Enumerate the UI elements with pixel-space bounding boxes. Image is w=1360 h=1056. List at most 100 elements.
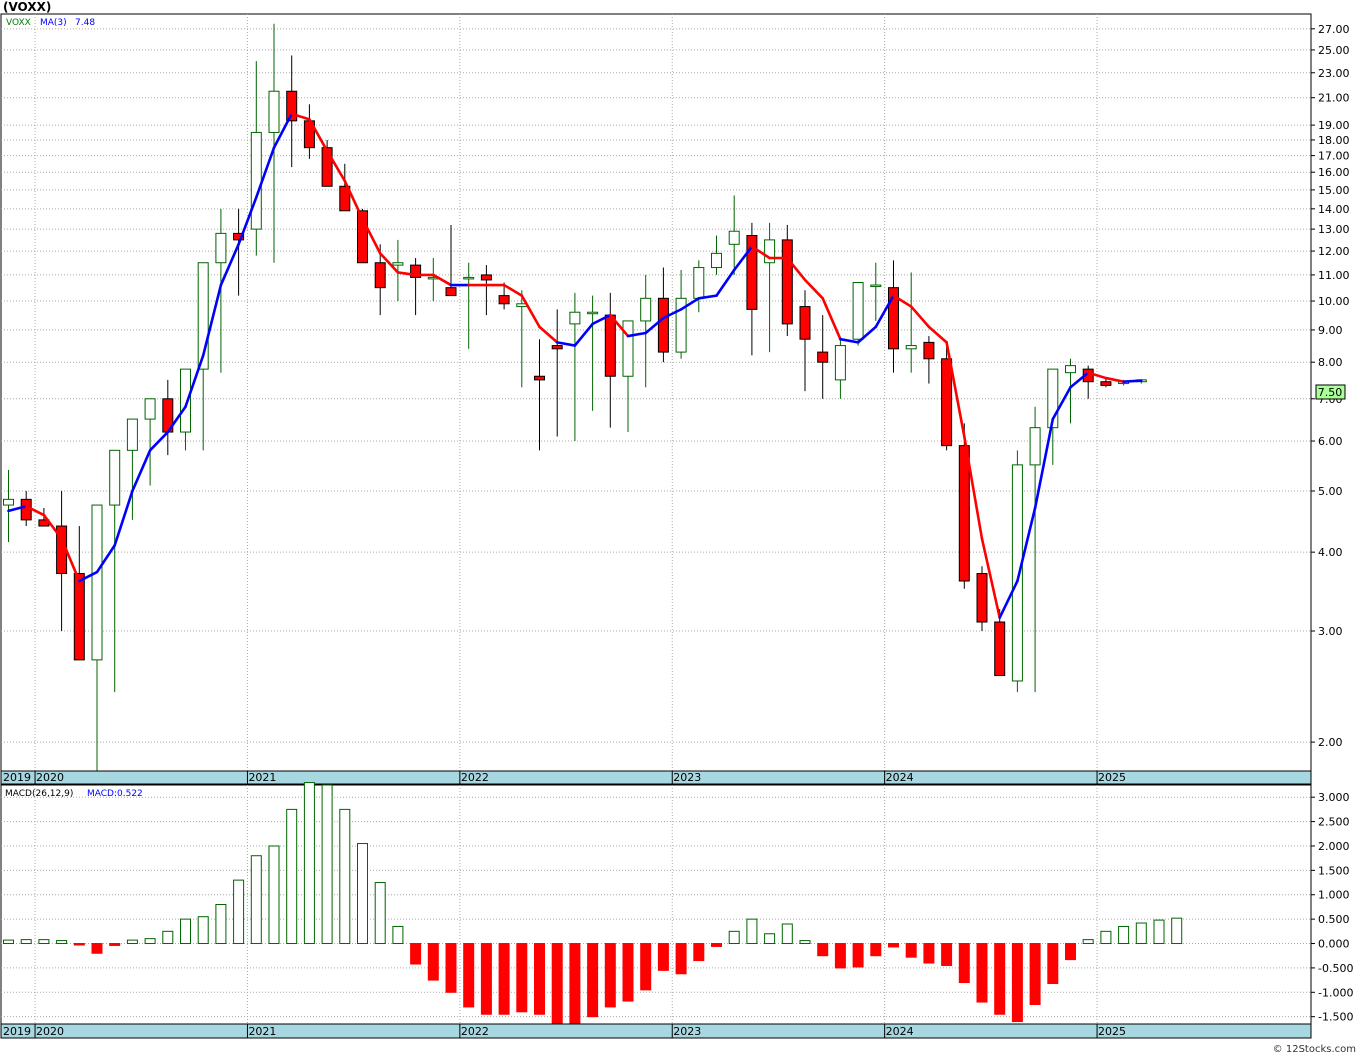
macd-bar-negative <box>516 943 528 1013</box>
price-year-label: 2022 <box>461 771 489 784</box>
candle-body-up <box>870 284 882 288</box>
macd-year-label: 2023 <box>673 1025 701 1038</box>
macd-bar-negative <box>870 943 882 957</box>
price-year-label: 2021 <box>248 771 276 784</box>
candle-body-up <box>711 252 722 269</box>
macd-bar-positive <box>162 930 174 945</box>
macd-bar-negative <box>1047 943 1059 985</box>
price-y-tick-label: 14.00 <box>1318 203 1350 216</box>
macd-bar-negative <box>994 943 1006 1015</box>
candle-body-down <box>480 274 492 281</box>
macd-bar-negative <box>657 943 669 971</box>
macd-bar-positive <box>1153 919 1165 945</box>
candle-body-up <box>1065 365 1076 374</box>
price-y-tick-label: 12.00 <box>1318 245 1350 258</box>
candle-body-up <box>126 418 138 451</box>
macd-bar-negative <box>410 943 422 965</box>
price-y-tick-label: 11.00 <box>1318 269 1350 282</box>
macd-bar-negative <box>958 943 970 984</box>
candle-body-down <box>445 287 457 297</box>
watermark: © 12Stocks.com <box>1273 1044 1356 1055</box>
candle-body-up <box>852 281 864 340</box>
candle <box>976 566 988 632</box>
macd-bar-positive <box>339 808 351 945</box>
macd-year-label: 2025 <box>1098 1025 1126 1038</box>
macd-bar-negative <box>109 943 121 946</box>
candle-body-up <box>215 232 227 264</box>
macd-y-tick-label: -1.500 <box>1318 1011 1353 1024</box>
macd-bar-negative <box>852 943 864 968</box>
macd-bar-positive <box>3 939 14 945</box>
candle-body-down <box>958 445 970 582</box>
macd-y-tick-label: 0.500 <box>1318 913 1350 926</box>
macd-bar-negative <box>834 943 846 969</box>
price-y-tick-label: 27.00 <box>1318 23 1350 36</box>
macd-bar-negative <box>640 943 652 991</box>
macd-bar-negative <box>587 943 599 1018</box>
legend-ma-value: 7.48 <box>75 18 95 28</box>
ma-segment <box>1122 379 1143 384</box>
candle-body-up <box>180 368 191 433</box>
candle-body-up <box>905 345 917 350</box>
macd-bar-positive <box>180 918 191 945</box>
candle <box>781 224 793 337</box>
candle <box>852 281 864 346</box>
macd-y-tick-label: -1.000 <box>1318 986 1353 999</box>
macd-bar-negative <box>976 943 988 1003</box>
macd-bar-positive <box>286 808 298 945</box>
macd-bar-positive <box>357 843 368 945</box>
macd-bar-negative <box>498 943 510 1015</box>
candle-body-down <box>817 351 829 363</box>
macd-year-label: 2021 <box>248 1025 276 1038</box>
price-year-label: 2020 <box>36 771 64 784</box>
candle <box>958 423 970 589</box>
macd-bar-positive <box>764 933 776 945</box>
macd-bar-negative <box>427 943 439 981</box>
macd-bar-positive <box>197 916 209 945</box>
stock-chart: 2.003.004.005.006.007.008.009.0010.0011.… <box>0 0 1360 1056</box>
price-y-tick-label: 5.00 <box>1318 485 1343 498</box>
macd-bar-positive <box>250 855 262 945</box>
macd-bar-positive <box>392 925 404 945</box>
price-y-tick-label: 13.00 <box>1318 223 1350 236</box>
macd-bar-positive <box>126 939 138 945</box>
candle-body-up <box>640 297 652 322</box>
price-y-tick-label: 25.00 <box>1318 44 1350 57</box>
macd-bar-positive <box>144 938 156 945</box>
price-y-tick-label: 3.00 <box>1318 625 1343 638</box>
price-y-tick-label: 10.00 <box>1318 295 1350 308</box>
legend-ma-label: MA(3) <box>40 18 67 28</box>
macd-year-label: 2022 <box>461 1025 489 1038</box>
price-y-tick-label: 19.00 <box>1318 119 1350 132</box>
candle-body-up <box>463 276 475 280</box>
macd-x-axis: 2019 2020 2021 2022 2023 2024 2025 <box>0 1023 1312 1039</box>
macd-y-tick-label: 0.000 <box>1318 938 1350 951</box>
candle-body-down <box>498 295 510 305</box>
macd-y-tick-label: 2.000 <box>1318 840 1350 853</box>
macd-bar-positive <box>1100 930 1112 945</box>
macd-bar-negative <box>817 943 829 957</box>
chart-title: (VOXX) <box>3 0 51 14</box>
macd-bar-negative <box>73 943 85 946</box>
macd-bar-positive <box>303 782 315 945</box>
macd-bar-positive <box>746 918 758 945</box>
candle-body-up <box>834 345 846 381</box>
candle-body-down <box>73 573 85 661</box>
macd-bar-negative <box>693 943 705 962</box>
price-panel-frame <box>0 13 1312 772</box>
macd-year-label: 2019 <box>3 1025 31 1038</box>
macd-y-tick-label: -0.500 <box>1318 962 1353 975</box>
macd-bar-negative <box>675 943 687 975</box>
price-y-tick-label: 4.00 <box>1318 546 1343 559</box>
candle-body-down <box>374 262 386 289</box>
macd-bar-negative <box>480 943 492 1015</box>
macd-bar-negative <box>534 943 545 1015</box>
macd-bar-negative <box>1065 943 1076 961</box>
macd-y-tick-label: 1.500 <box>1318 864 1350 877</box>
macd-bar-negative <box>569 943 581 1027</box>
price-y-tick-label: 15.00 <box>1318 184 1350 197</box>
macd-bar-negative <box>463 943 475 1008</box>
candle-body-down <box>799 306 811 340</box>
macd-bar-negative <box>711 943 722 947</box>
macd-bar-positive <box>728 930 740 945</box>
